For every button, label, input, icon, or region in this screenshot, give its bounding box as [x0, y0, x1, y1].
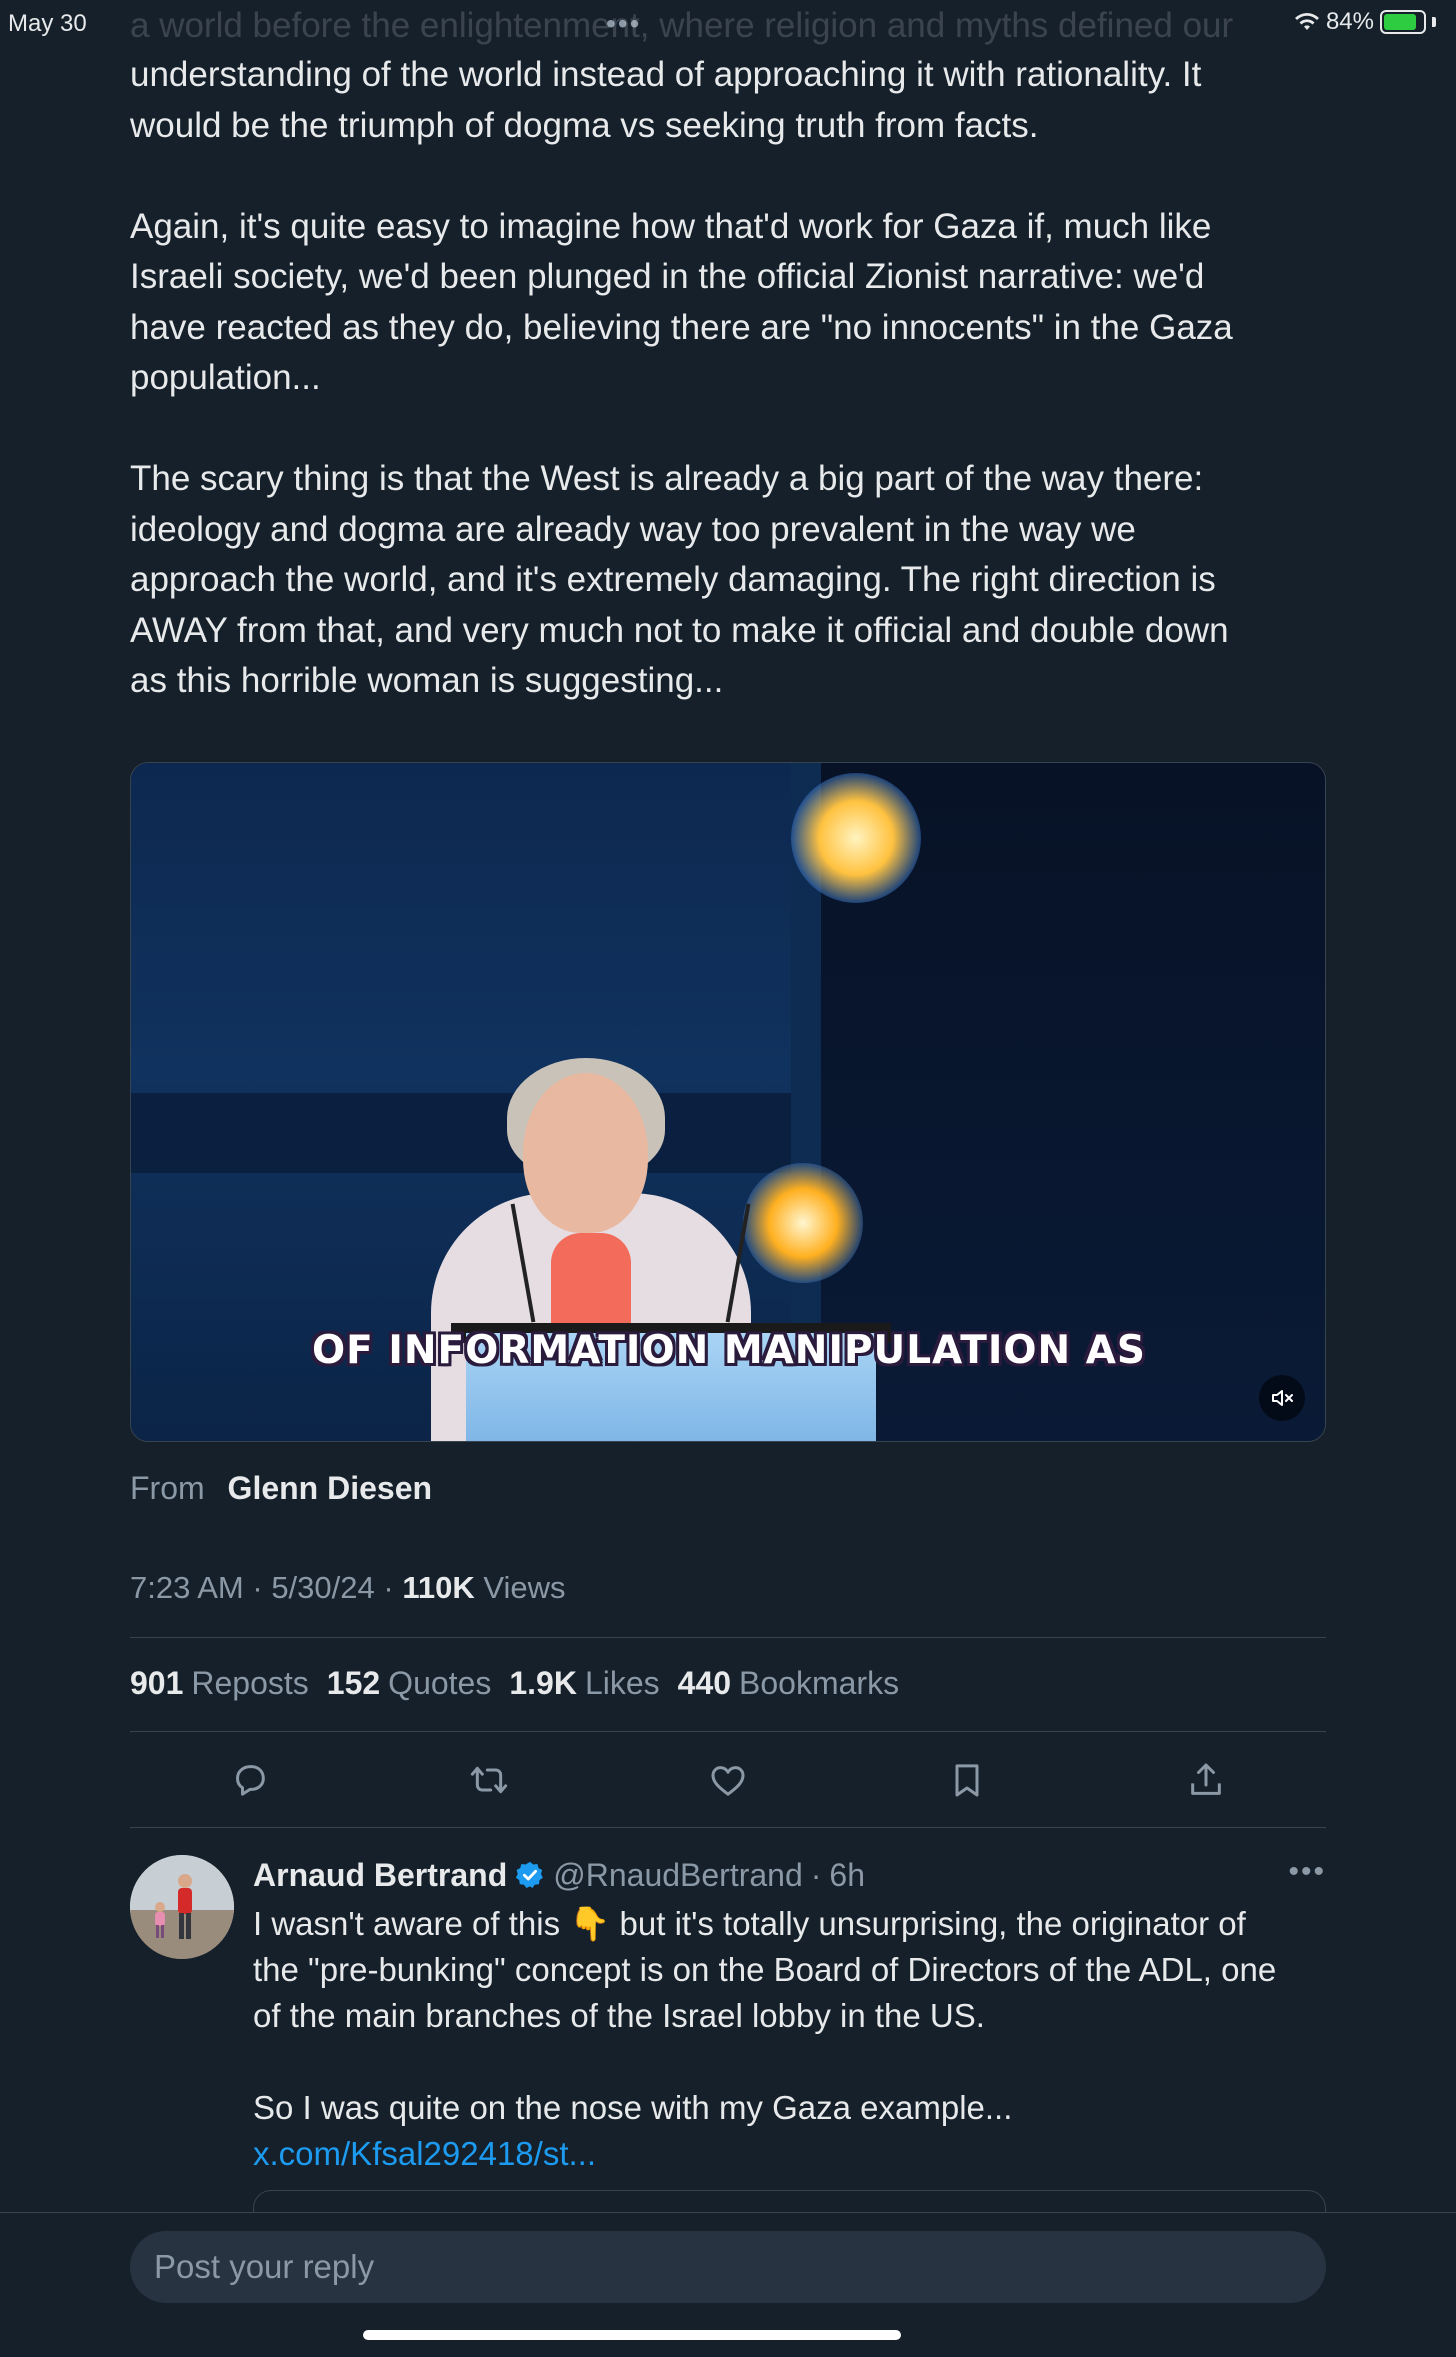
reply-button[interactable] [220, 1755, 280, 1805]
reposts-stat[interactable]: 901 Reposts [130, 1665, 309, 1702]
reply-author-handle[interactable]: @RnaudBertrand [553, 1857, 803, 1894]
reply-composer-bar [0, 2212, 1456, 2357]
tweet-time[interactable]: 7:23 AM [130, 1570, 244, 1605]
speaker-face [523, 1073, 648, 1233]
speaker-muted-icon [1272, 1390, 1293, 1406]
source-author-link[interactable]: Glenn Diesen [228, 1470, 433, 1506]
divider [130, 1731, 1326, 1732]
quotes-stat[interactable]: 152 Quotes [327, 1665, 492, 1702]
battery-percent: 84% [1325, 8, 1374, 35]
separator: · [252, 1570, 272, 1605]
bookmark-icon [955, 1764, 979, 1797]
tweet-meta: 7:23 AM · 5/30/24 · 110K Views [130, 1570, 565, 1606]
share-button[interactable] [1176, 1755, 1236, 1805]
battery-cap [1432, 17, 1436, 27]
battery-level [1384, 14, 1416, 30]
stage-band [131, 1093, 811, 1173]
views-count: 110K [402, 1570, 475, 1605]
status-date: May 30 [8, 10, 87, 37]
like-button[interactable] [698, 1755, 758, 1805]
verified-badge-icon [516, 1861, 544, 1888]
repost-icon [470, 1766, 507, 1794]
mute-button[interactable] [1259, 1375, 1305, 1421]
home-indicator[interactable] [363, 2330, 901, 2340]
repost-button[interactable] [459, 1755, 519, 1805]
tweet-text: understanding of the world instead of ap… [130, 50, 1330, 707]
video-caption: OF INFORMATION MANIPULATION AS [312, 1328, 1146, 1373]
reply-icon [235, 1765, 265, 1796]
bookmark-button[interactable] [937, 1755, 997, 1805]
scrolled-text-line: a world before the enlightenment, where … [130, 6, 1234, 45]
like-icon [711, 1766, 745, 1796]
reply-time[interactable]: 6h [829, 1857, 865, 1894]
source-attribution: From Glenn Diesen [130, 1470, 432, 1507]
views-label: Views [483, 1570, 566, 1605]
reply-link[interactable]: x.com/Kfsal292418/st... [253, 2131, 1326, 2177]
tweet-paragraph: Again, it's quite easy to imagine how th… [130, 206, 1233, 398]
engagement-stats: 901 Reposts 152 Quotes 1.9K Likes 440 Bookma… [130, 1665, 899, 1702]
more-options-icon[interactable]: ••• [1288, 1855, 1326, 1889]
reply-header: Arnaud Bertrand @RnaudBertrand · 6h [253, 1855, 1326, 1895]
divider [130, 1827, 1326, 1828]
tweet-paragraph: understanding of the world instead of ap… [130, 55, 1202, 145]
divider [130, 1637, 1326, 1638]
stage-light-top [791, 773, 921, 903]
reply-text: I wasn't aware of this 👇 but it's totall… [253, 1905, 1277, 2126]
reply-author-name[interactable]: Arnaud Bertrand [253, 1857, 507, 1894]
reply-content: Arnaud Bertrand @RnaudBertrand · 6h ••• … [253, 1855, 1326, 2177]
avatar[interactable] [130, 1855, 234, 1959]
bookmarks-stat[interactable]: 440 Bookmarks [678, 1665, 899, 1702]
reply-input[interactable] [130, 2231, 1326, 2303]
avatar-photo [130, 1855, 234, 1959]
separator: · [383, 1570, 403, 1605]
action-bar [130, 1755, 1326, 1805]
from-label: From [130, 1470, 205, 1506]
separator: · [810, 1856, 822, 1893]
share-icon [1191, 1763, 1222, 1795]
likes-stat[interactable]: 1.9K Likes [509, 1665, 659, 1702]
tweet-date[interactable]: 5/30/24 [271, 1570, 374, 1605]
battery-icon [1380, 10, 1426, 34]
stage-light-bottom [743, 1163, 863, 1283]
video-player[interactable]: OF INFORMATION MANIPULATION AS [130, 762, 1326, 1442]
tweet-paragraph: The scary thing is that the West is alre… [130, 459, 1229, 700]
